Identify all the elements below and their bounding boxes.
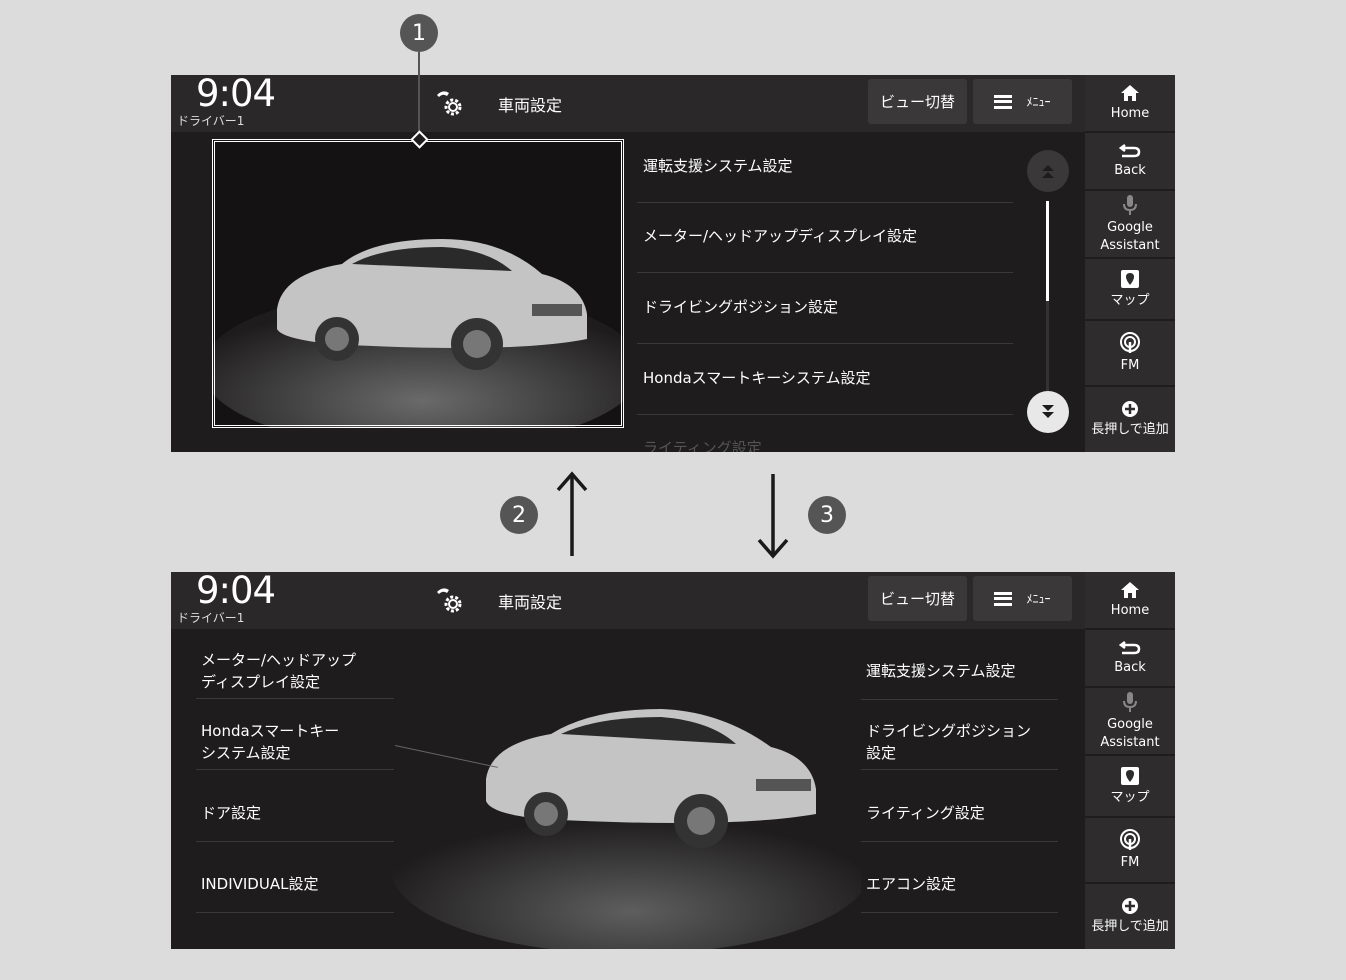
sidebar-item-home[interactable]: Home: [1085, 572, 1175, 630]
menu-label: ﾒﾆｭｰ: [1026, 95, 1051, 109]
clock: 9:04: [196, 572, 276, 612]
clock: 9:04: [196, 75, 276, 115]
page-title: 車両設定: [498, 96, 563, 115]
map-icon: [1121, 766, 1139, 785]
mic-icon: [1123, 194, 1137, 215]
list-item[interactable]: 運転支援システム設定: [861, 660, 1058, 700]
home-icon: [1121, 581, 1139, 598]
infotainment-screen-list-view: 9:04 ドライバー1 車両設定 ビュー切替 ﾒﾆｭｰ 運転支援システム設定 メ…: [171, 75, 1175, 452]
sidebar-item-fm[interactable]: FM: [1085, 818, 1175, 884]
menu-label: ﾒﾆｭｰ: [1026, 592, 1051, 606]
hamburger-icon: [994, 94, 1013, 109]
list-item[interactable]: メーター/ヘッドアップ ディスプレイ設定: [196, 649, 394, 699]
sidebar-item-map[interactable]: マップ: [1085, 756, 1175, 818]
home-icon: [1121, 84, 1139, 101]
map-icon: [1121, 269, 1139, 288]
list-item[interactable]: ライティング設定: [637, 437, 1013, 452]
vehicle-image-highlight: [212, 139, 624, 428]
car-settings-gear-icon: [437, 588, 462, 613]
scroll-down-button[interactable]: [1027, 391, 1069, 433]
list-item[interactable]: ドア設定: [196, 802, 394, 842]
header-bar: 9:04 ドライバー1 車両設定 ビュー切替 ﾒﾆｭｰ: [171, 572, 1085, 629]
sidebar-item-add[interactable]: 長押しで追加: [1085, 884, 1175, 949]
vehicle-image: [391, 709, 861, 949]
menu-button[interactable]: ﾒﾆｭｰ: [973, 576, 1072, 621]
list-item[interactable]: INDIVIDUAL設定: [196, 873, 394, 913]
radio-icon: [1120, 331, 1140, 353]
arrow-up-icon: [556, 471, 588, 556]
menu-button[interactable]: ﾒﾆｭｰ: [973, 79, 1072, 124]
driver-name: ドライバー1: [177, 114, 245, 128]
sidebar-item-back[interactable]: Back: [1085, 133, 1175, 191]
scroll-up-button[interactable]: [1027, 150, 1069, 192]
header-bar: 9:04 ドライバー1 車両設定 ビュー切替 ﾒﾆｭｰ: [171, 75, 1085, 132]
infotainment-screen-full-view: 9:04 ドライバー1 車両設定 ビュー切替 ﾒﾆｭｰ メーター/ヘッドアップ …: [171, 572, 1175, 949]
list-item[interactable]: ドライビングポジション 設定: [861, 720, 1058, 770]
double-chevron-down-icon: [1042, 405, 1054, 418]
radio-icon: [1120, 828, 1140, 850]
sidebar: Home Back Google Assistant マップ FM 長押しで追加: [1085, 75, 1175, 452]
list-item[interactable]: ドライビングポジション設定: [637, 296, 1013, 344]
back-icon: [1119, 640, 1141, 654]
add-icon: [1122, 898, 1138, 914]
sidebar-item-back[interactable]: Back: [1085, 630, 1175, 688]
callout-3: 3: [808, 496, 846, 534]
callout-1: 1: [400, 14, 438, 52]
scrollbar-track[interactable]: [1046, 201, 1049, 406]
list-item[interactable]: Hondaスマートキー システム設定: [196, 720, 394, 770]
sidebar-item-map[interactable]: マップ: [1085, 259, 1175, 321]
page-title: 車両設定: [498, 593, 563, 612]
list-item[interactable]: メーター/ヘッドアップディスプレイ設定: [637, 225, 1013, 273]
list-item[interactable]: ライティング設定: [861, 802, 1058, 842]
sidebar-item-google-assistant[interactable]: Google Assistant: [1085, 191, 1175, 259]
view-switch-button[interactable]: ビュー切替: [868, 79, 967, 124]
driver-name: ドライバー1: [177, 611, 245, 625]
sidebar-item-add[interactable]: 長押しで追加: [1085, 387, 1175, 452]
arrow-down-icon: [757, 474, 789, 559]
view-switch-button[interactable]: ビュー切替: [868, 576, 967, 621]
car-settings-gear-icon: [437, 91, 462, 116]
double-chevron-up-icon: [1042, 165, 1054, 178]
mic-icon: [1123, 691, 1137, 712]
scrollbar-thumb[interactable]: [1046, 201, 1049, 301]
sidebar-item-fm[interactable]: FM: [1085, 321, 1175, 387]
callout-1-leader-line: [418, 52, 420, 138]
list-item[interactable]: エアコン設定: [861, 873, 1058, 913]
sidebar-item-google-assistant[interactable]: Google Assistant: [1085, 688, 1175, 756]
list-item[interactable]: 運転支援システム設定: [637, 155, 1013, 203]
hamburger-icon: [994, 591, 1013, 606]
callout-2: 2: [500, 496, 538, 534]
sidebar-item-home[interactable]: Home: [1085, 75, 1175, 133]
add-icon: [1122, 401, 1138, 417]
sidebar: Home Back Google Assistant マップ FM 長押しで追加: [1085, 572, 1175, 949]
list-item[interactable]: Hondaスマートキーシステム設定: [637, 367, 1013, 415]
back-icon: [1119, 143, 1141, 157]
